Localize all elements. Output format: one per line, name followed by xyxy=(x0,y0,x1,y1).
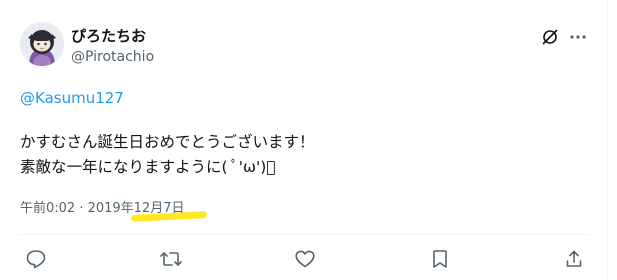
retweet-button[interactable] xyxy=(157,246,185,272)
grok-button[interactable] xyxy=(539,26,561,48)
author-handle[interactable]: @Pirotachio xyxy=(71,48,154,66)
reply-icon xyxy=(26,250,46,269)
tweet-text-line-2: 素敵な一年になりますように( ﾟ'ω')ﾟ xyxy=(20,158,276,176)
avatar-illustration xyxy=(20,22,64,66)
divider xyxy=(20,234,588,235)
avatar[interactable] xyxy=(20,22,64,66)
grok-icon xyxy=(542,29,558,45)
reply-button[interactable] xyxy=(22,246,50,272)
retweet-icon xyxy=(160,252,182,266)
action-bar xyxy=(0,244,608,274)
like-button[interactable] xyxy=(291,246,319,272)
more-options-button[interactable] xyxy=(566,26,590,48)
mention-link[interactable]: @Kasumu127 xyxy=(20,88,124,108)
bookmark-icon xyxy=(433,250,447,268)
bookmark-button[interactable] xyxy=(426,246,454,272)
tweet-timestamp[interactable]: 午前0:02 · 2019年12月7日 xyxy=(20,200,185,218)
like-icon xyxy=(295,250,315,268)
share-icon xyxy=(566,250,582,267)
more-icon xyxy=(570,35,586,39)
share-button[interactable] xyxy=(560,246,588,272)
tweet-card: ぴろたちお @Pirotachio @Kasumu127 かすむさん誕生日おめで… xyxy=(0,0,608,280)
tweet-text-line-1: かすむさん誕生日おめでとうございます！ xyxy=(20,133,315,151)
author-display-name[interactable]: ぴろたちお xyxy=(71,27,146,45)
